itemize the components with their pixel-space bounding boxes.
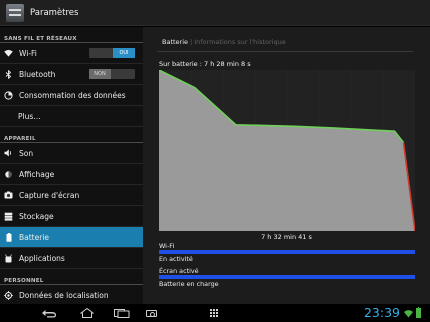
settings-sidebar: SANS FIL ET RÉSEAUX Wi-Fi OUI Bluetooth … — [0, 27, 143, 304]
sidebar-item-label: Bluetooth — [19, 69, 56, 79]
home-button[interactable] — [78, 307, 96, 319]
sidebar-item-battery[interactable]: Batterie — [0, 227, 143, 248]
storage-icon — [4, 212, 13, 221]
sidebar-item-bluetooth[interactable]: Bluetooth NON — [0, 64, 143, 85]
screenshot-icon — [4, 191, 13, 200]
on-battery-time: Sur batterie : 7 h 28 min 8 s — [159, 60, 251, 68]
camera-icon — [145, 309, 157, 317]
apps-grid-icon — [210, 309, 218, 317]
battery-status-icon — [416, 307, 421, 318]
location-icon — [4, 290, 13, 300]
sidebar-item-applications[interactable]: Applications — [0, 248, 143, 269]
status-row-label: En activité — [159, 255, 193, 263]
home-icon — [80, 308, 94, 318]
breadcrumb-separator: | — [190, 38, 193, 46]
sidebar-item-label: Capture d'écran — [19, 190, 80, 200]
sidebar-item-data-usage[interactable]: Consommation des données — [0, 85, 143, 106]
back-button[interactable] — [40, 307, 58, 319]
section-header-device: APPAREIL — [0, 127, 143, 143]
recents-button[interactable] — [113, 307, 131, 319]
breadcrumb-divider — [157, 51, 413, 52]
status-bar-screen-on — [159, 275, 415, 279]
data-usage-icon — [4, 90, 13, 100]
status-clock: 23:39 — [363, 305, 400, 320]
sidebar-item-label: Son — [19, 148, 34, 158]
battery-detail-pane: Batterie | Informations sur l'historique S… — [143, 27, 430, 304]
page-title: Paramètres — [30, 7, 79, 18]
status-row-wifi: Wi-Fi — [159, 242, 415, 254]
system-bar: 23:39 — [0, 304, 430, 322]
status-bar-wifi — [159, 250, 415, 254]
sidebar-item-more[interactable]: Plus… — [0, 106, 143, 127]
sidebar-item-label: Consommation des données — [19, 90, 126, 100]
section-header-personal: PERSONNEL — [0, 269, 143, 285]
sidebar-item-label: Wi-Fi — [19, 48, 37, 58]
sidebar-item-display[interactable]: Affichage — [0, 164, 143, 185]
action-bar: Paramètres — [0, 0, 430, 26]
section-header-wireless: SANS FIL ET RÉSEAUX — [0, 27, 143, 43]
status-row-label: Wi-Fi — [159, 242, 175, 250]
battery-history-chart — [159, 70, 415, 231]
recents-icon — [114, 308, 130, 318]
bluetooth-toggle[interactable]: NON — [89, 69, 135, 79]
chart-duration-label: 7 h 32 min 41 s — [261, 233, 312, 241]
sidebar-item-wifi[interactable]: Wi-Fi OUI — [0, 43, 143, 64]
status-row-screen-on: Écran activé — [159, 267, 415, 279]
sidebar-item-label: Données de localisation — [19, 290, 109, 300]
status-row-label: Écran activé — [159, 267, 199, 275]
sidebar-item-location[interactable]: Données de localisation — [0, 285, 143, 304]
status-row-charging: Batterie en charge — [159, 280, 415, 288]
all-apps-button[interactable] — [207, 307, 221, 319]
breadcrumb-history-info[interactable]: Informations sur l'historique — [194, 38, 285, 46]
status-row-label: Batterie en charge — [159, 280, 219, 288]
breadcrumb-battery[interactable]: Batterie — [162, 38, 188, 46]
screenshot-button[interactable] — [142, 307, 160, 319]
wifi-toggle[interactable]: OUI — [89, 48, 135, 58]
sidebar-item-label: Stockage — [19, 211, 54, 221]
sidebar-item-storage[interactable]: Stockage — [0, 206, 143, 227]
settings-app-icon[interactable] — [6, 3, 24, 22]
wifi-signal-icon — [404, 310, 413, 318]
sidebar-item-label: Plus… — [18, 111, 41, 121]
breadcrumb: Batterie | Informations sur l'historique — [162, 38, 286, 46]
apps-icon — [4, 253, 13, 263]
wifi-icon — [4, 49, 13, 58]
bluetooth-icon — [4, 69, 13, 79]
sidebar-item-sound[interactable]: Son — [0, 143, 143, 164]
battery-icon — [4, 232, 13, 242]
sidebar-item-label: Batterie — [19, 232, 50, 242]
sidebar-item-label: Affichage — [19, 169, 55, 179]
status-row-awake: En activité — [159, 255, 415, 263]
sidebar-item-screenshot[interactable]: Capture d'écran — [0, 185, 143, 206]
speaker-icon — [4, 149, 13, 158]
display-icon — [4, 170, 13, 179]
back-icon — [42, 309, 56, 317]
sidebar-item-label: Applications — [19, 253, 65, 263]
